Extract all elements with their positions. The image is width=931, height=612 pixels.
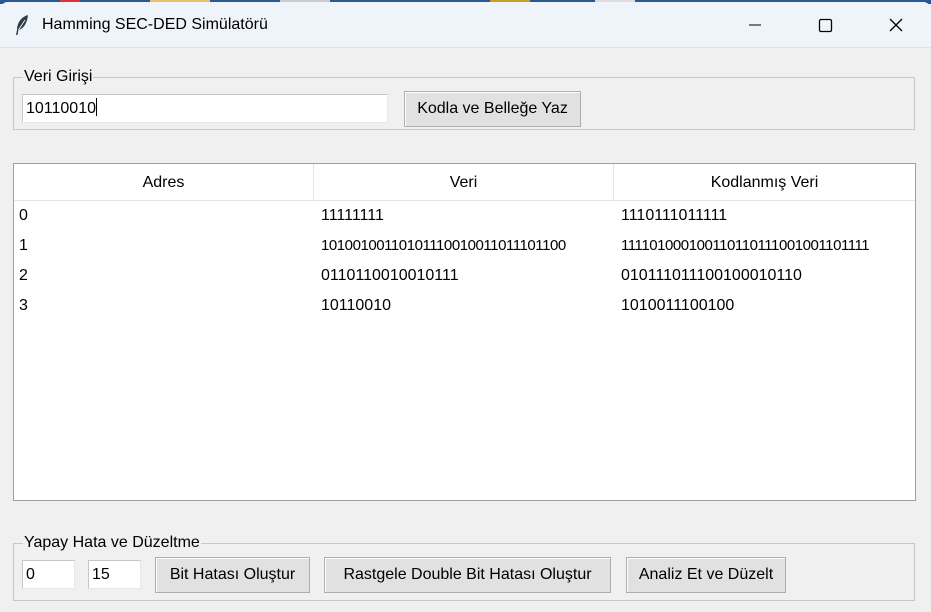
column-encoded[interactable]: Kodlanmış Veri	[614, 164, 915, 201]
address-input-field[interactable]: 0	[22, 560, 75, 589]
double-bit-error-button[interactable]: Rastgele Double Bit Hatası Oluştur	[324, 557, 611, 593]
encoded-cell: 1110111011111	[621, 207, 728, 224]
title-bar: Hamming SEC-DED Simülatörü	[0, 2, 931, 48]
column-address[interactable]: Adres	[14, 164, 314, 201]
table-row[interactable]: 1 10100100110101110010011011101100 11110…	[14, 231, 915, 261]
window-title: Hamming SEC-DED Simülatörü	[42, 16, 268, 33]
encoded-cell: 111101000100110110111001001101111	[621, 237, 870, 254]
encode-write-button[interactable]: Kodla ve Belleğe Yaz	[404, 91, 581, 127]
data-cell: 10110010	[321, 297, 391, 314]
data-input-field[interactable]: 10110010	[22, 94, 388, 123]
table-header: Adres Veri Kodlanmış Veri	[14, 164, 915, 201]
table-row[interactable]: 0 11111111 1110111011111	[14, 201, 915, 231]
maximize-button[interactable]	[802, 2, 848, 48]
close-icon	[889, 18, 903, 32]
close-button[interactable]	[873, 2, 919, 48]
minimize-button[interactable]	[732, 2, 778, 48]
table-row[interactable]: 3 10110010 1010011100100	[14, 291, 915, 321]
bit-index-input-field[interactable]: 15	[88, 560, 141, 589]
data-cell: 11111111	[321, 207, 384, 224]
analyze-correct-button[interactable]: Analiz Et ve Düzelt	[626, 557, 786, 593]
address-cell: 3	[19, 297, 28, 314]
address-cell: 0	[19, 207, 28, 224]
bit-error-button[interactable]: Bit Hatası Oluştur	[155, 557, 310, 593]
column-data[interactable]: Veri	[314, 164, 614, 201]
memory-table[interactable]: Adres Veri Kodlanmış Veri 0 11111111 111…	[13, 163, 916, 501]
encoded-cell: 010111011100100010110	[621, 267, 802, 284]
data-cell: 10100100110101110010011011101100	[321, 237, 566, 254]
maximize-icon	[818, 18, 833, 33]
data-cell: 0110110010010111	[321, 267, 459, 284]
address-cell: 2	[19, 267, 28, 284]
address-cell: 1	[19, 237, 28, 254]
minimize-icon	[749, 24, 761, 26]
encoded-cell: 1010011100100	[621, 297, 735, 314]
data-input-legend: Veri Girişi	[23, 67, 94, 87]
main-window: Hamming SEC-DED Simülatörü Veri Girişi 1…	[0, 2, 931, 612]
text-caret	[96, 98, 97, 116]
table-row[interactable]: 2 0110110010010111 010111011100100010110	[14, 261, 915, 291]
data-input-value: 10110010	[26, 100, 96, 117]
error-correction-legend: Yapay Hata ve Düzeltme	[23, 533, 201, 553]
feather-icon	[12, 14, 32, 36]
